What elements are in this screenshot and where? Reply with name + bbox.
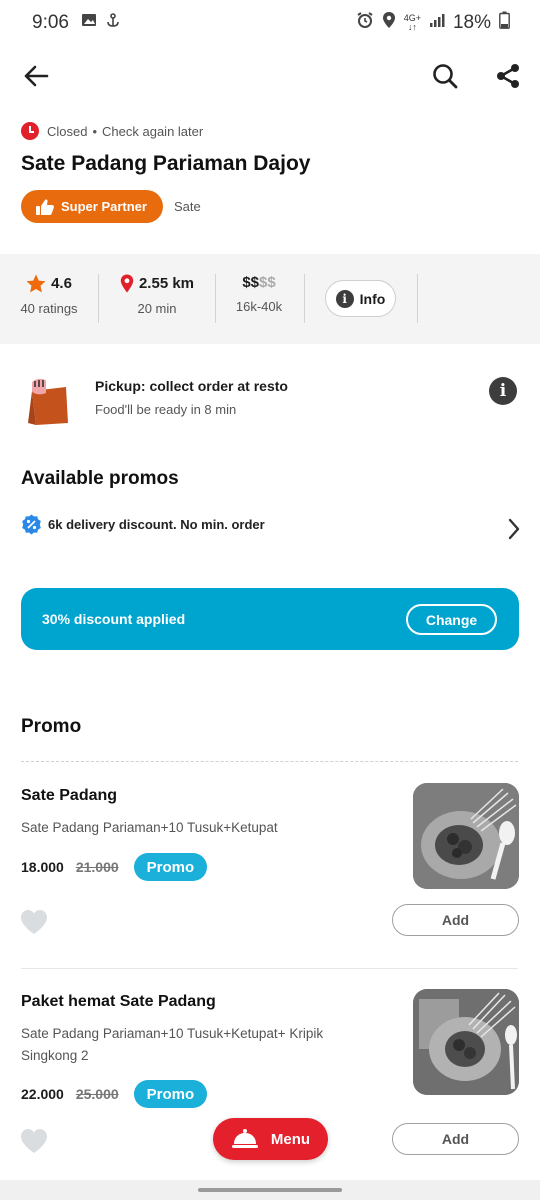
promo-tag: Promo [133,853,208,881]
rating-value: 4.6 [51,275,72,292]
item-price-row: 18.000 21.000 Promo [21,853,208,881]
price-stat: $$ $$ 16k-40k [228,274,290,314]
stat-divider [215,274,216,323]
search-icon [433,64,458,89]
item-price-row: 22.000 25.000 Promo [21,1080,208,1108]
gallery-icon [81,12,97,34]
pickup-title: Pickup: collect order at resto [95,378,288,394]
item-photo[interactable] [413,783,519,889]
promos-heading: Available promos [21,468,179,489]
promo-offer-row[interactable]: 6k delivery discount. No min. order [21,512,521,540]
badge-row: Super Partner Sate [21,190,201,223]
discount-badge-icon [22,514,41,534]
clock-icon [21,122,39,140]
pickup-subtitle: Food'll be ready in 8 min [95,402,237,417]
heart-icon[interactable] [20,909,48,935]
stat-divider [304,274,305,323]
alarm-icon [356,11,374,35]
info-label: Info [359,290,386,307]
location-pin-icon [120,274,134,293]
promo-tag: Promo [133,1080,208,1108]
stat-divider [98,274,99,323]
item-price: 18.000 [21,859,64,875]
change-button[interactable]: Change [406,604,497,635]
separator-dot: • [92,123,98,139]
cloche-icon [231,1129,258,1148]
item-name: Paket hemat Sate Padang [21,993,216,1010]
add-button[interactable]: Add [392,904,519,936]
anchor-icon [105,12,121,34]
item-price: 22.000 [21,1086,64,1102]
discount-applied-text: 30% discount applied [42,611,186,627]
price-range: 16k-40k [235,299,283,314]
menu-button[interactable]: Menu [213,1118,328,1160]
thumbs-up-icon [36,199,54,215]
chevron-right-icon [508,518,520,540]
ratings-count: 40 ratings [20,301,78,316]
rating-stat[interactable]: 4.6 40 ratings [20,274,78,316]
item-old-price: 21.000 [75,859,119,875]
item-photo[interactable] [413,989,519,1095]
section-divider [21,761,518,762]
system-nav-bar [0,1180,540,1200]
price-level-active: $$ [242,274,259,291]
add-button[interactable]: Add [392,1123,519,1155]
item-old-price: 25.000 [75,1086,119,1102]
status-time: 9:06 [32,12,69,33]
discount-applied-banner: 30% discount applied Change [21,588,519,650]
search-button[interactable] [427,58,463,94]
info-button[interactable]: i Info [325,280,396,317]
arrow-left-icon [24,65,49,87]
pickup-info-icon[interactable]: i [489,377,517,405]
store-name: Sate Padang Pariaman Dajoy [21,152,311,175]
share-button[interactable] [490,58,526,94]
item-name: Sate Padang [21,787,118,804]
delivery-time: 20 min [137,301,177,316]
closed-label: Closed [47,123,88,139]
stat-divider [417,274,418,323]
app-bar [0,52,540,100]
section-heading: Promo [21,716,82,737]
network-type: 4G+ ↓↑ [403,13,421,32]
location-icon [382,11,396,35]
cuisine-label: Sate [173,199,201,214]
menu-label: Menu [270,1130,311,1148]
home-handle[interactable] [198,1188,342,1192]
heart-icon[interactable] [20,1128,48,1154]
share-icon [497,64,519,88]
battery-icon [499,11,510,35]
distance-value: 2.55 km [138,275,195,292]
back-button[interactable] [18,58,54,94]
distance-stat: 2.55 km 20 min [113,274,201,316]
pickup-bag-icon [24,375,72,427]
star-icon [26,274,46,293]
promo-offer-text: 6k delivery discount. No min. order [48,516,265,532]
battery-percent: 18% [452,12,491,33]
store-stats: 4.6 40 ratings 2.55 km 20 min $$ $$ 16k-4… [0,254,540,344]
status-note: Check again later [102,123,204,139]
status-bar: 9:06 4G+ ↓↑ 18% [0,0,540,46]
item-description: Sate Padang Pariaman+10 Tusuk+Ketupat [21,820,278,835]
price-level-inactive: $$ [259,274,276,291]
super-partner-label: Super Partner [61,199,147,214]
item-description: Sate Padang Pariaman+10 Tusuk+Ketupat+ K… [21,1026,324,1063]
store-open-status: Closed • Check again later [21,122,203,140]
info-icon: i [335,289,354,308]
super-partner-badge[interactable]: Super Partner [21,190,163,223]
signal-icon [429,12,445,34]
item-divider [21,968,518,969]
